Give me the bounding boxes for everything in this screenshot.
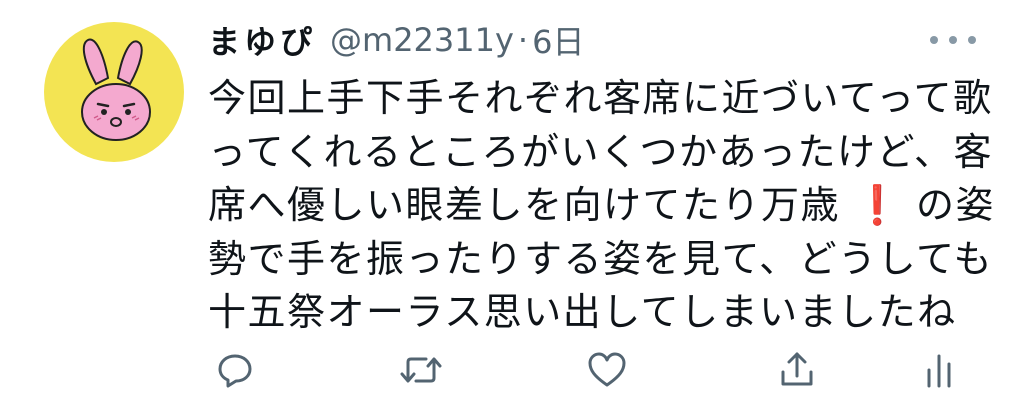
- exclamation-emoji: ❗: [853, 183, 903, 227]
- like-icon[interactable]: [582, 345, 632, 395]
- more-icon[interactable]: [930, 26, 976, 54]
- reply-icon[interactable]: [210, 345, 260, 395]
- retweet-icon[interactable]: [396, 345, 446, 395]
- tweet-line: 今回上手下手それぞれ客席に近づいてって歌: [208, 76, 993, 120]
- tweet-line-segment: 席へ優しい眼差しを向けてたり万歳: [208, 183, 841, 227]
- tweet-line: 席へ優しい眼差しを向けてたり万歳 ❗ の姿: [208, 179, 994, 233]
- user-handle[interactable]: @m22311y: [330, 21, 514, 59]
- separator: ·: [517, 21, 529, 59]
- analytics-icon[interactable]: [914, 345, 964, 395]
- tweet-line: 勢で手を振ったりする姿を見て、どうしても: [208, 236, 994, 281]
- tweet-line-segment: の姿: [916, 183, 996, 227]
- share-icon[interactable]: [772, 345, 822, 395]
- avatar[interactable]: [44, 22, 184, 162]
- pink-rabbit-icon: [81, 38, 151, 141]
- tweet-header: まゆぴ @m22311y · 6日: [208, 14, 584, 66]
- timestamp[interactable]: 6日: [532, 17, 584, 63]
- tweet-text: 今回上手下手それぞれ客席に近づいてって歌 ってくれるところがいくつかあったけど、…: [208, 72, 994, 340]
- tweet-actions: [0, 345, 1024, 395]
- tweet-line: ってくれるところがいくつかあったけど、客: [208, 129, 994, 174]
- display-name[interactable]: まゆぴ: [208, 17, 316, 63]
- tweet-line: 十五祭オーラス思い出してしまいましたね: [208, 290, 957, 334]
